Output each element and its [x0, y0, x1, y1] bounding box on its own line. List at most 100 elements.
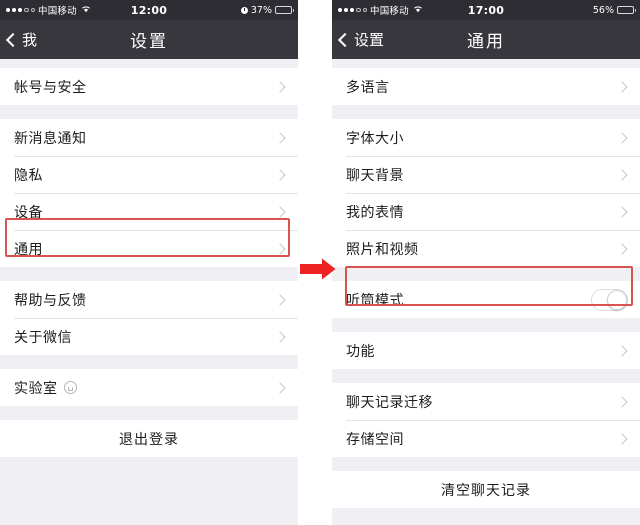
row-label: 我的表情	[346, 204, 404, 221]
sidebar-item-devices[interactable]: 设备	[0, 193, 298, 230]
sidebar-item-about-wechat[interactable]: 关于微信	[0, 318, 298, 355]
battery-icon	[275, 6, 294, 14]
row-label: 字体大小	[346, 130, 404, 147]
row-label: 聊天背景	[346, 167, 404, 184]
row-label: 通用	[14, 241, 43, 258]
chevron-right-icon	[616, 80, 628, 93]
back-button-label: 设置	[354, 31, 385, 49]
sidebar-item-lab[interactable]: 实验室	[0, 369, 298, 406]
list-group-language: 多语言	[332, 68, 640, 105]
chevron-left-icon	[5, 32, 21, 47]
list-group-account: 帐号与安全	[0, 68, 298, 105]
chevron-right-icon	[274, 80, 286, 93]
back-button-settings[interactable]: 设置	[332, 29, 384, 50]
carrier-label: 中国移动	[370, 6, 409, 17]
wifi-icon	[81, 5, 91, 16]
chevron-right-icon	[616, 395, 628, 408]
settings-list[interactable]: 帐号与安全 新消息通知 隐私 设备 通用 帮助与反馈 关于微信 实验室 退出登录	[0, 59, 298, 525]
chevron-right-icon	[274, 330, 286, 343]
list-gap	[0, 59, 298, 68]
nav-bar-general: 设置 通用	[332, 20, 640, 59]
sidebar-item-chat-migration[interactable]: 聊天记录迁移	[332, 383, 640, 420]
red-right-arrow-icon	[300, 258, 336, 280]
row-label: 新消息通知	[14, 130, 87, 147]
row-label: 帐号与安全	[14, 79, 87, 96]
sidebar-item-features[interactable]: 功能	[332, 332, 640, 369]
general-list[interactable]: 多语言 字体大小 聊天背景 我的表情 照片和视频 听筒模式 功能 聊天记录迁移 …	[332, 59, 640, 525]
chevron-right-icon	[616, 344, 628, 357]
alarm-icon	[240, 6, 248, 14]
signal-strength-icon	[6, 7, 35, 13]
list-group-features: 功能	[332, 332, 640, 369]
back-button-label: 我	[22, 31, 38, 49]
chevron-left-icon	[337, 32, 353, 47]
list-group-appearance: 字体大小 聊天背景 我的表情 照片和视频	[332, 119, 640, 267]
sidebar-item-new-message-notify[interactable]: 新消息通知	[0, 119, 298, 156]
status-bar-right-cluster: 56%	[593, 5, 636, 16]
page-title-settings: 设置	[130, 32, 168, 52]
wifi-icon	[413, 5, 423, 16]
chevron-right-icon	[616, 432, 628, 445]
list-group-logout: 退出登录	[0, 420, 298, 457]
setting-row-earpiece-mode[interactable]: 听筒模式	[332, 281, 640, 318]
sidebar-item-general[interactable]: 通用	[0, 230, 298, 267]
clear-chat-history-label: 清空聊天记录	[441, 482, 531, 499]
clear-chat-history-button[interactable]: 清空聊天记录	[332, 471, 640, 508]
battery-percent-label: 37%	[250, 4, 272, 16]
sidebar-item-storage-space[interactable]: 存储空间	[332, 420, 640, 457]
list-gap	[0, 105, 298, 119]
row-label: 隐私	[14, 167, 43, 184]
sidebar-item-help-feedback[interactable]: 帮助与反馈	[0, 281, 298, 318]
status-bar-left: 中国移动 12:00 37%	[0, 0, 298, 20]
status-bar-left-cluster: 中国移动	[6, 3, 91, 17]
phone-screen-general: 中国移动 17:00 56% 设置 通用 多语言 字体大小 聊天背景 我的表情 …	[332, 0, 640, 525]
list-group-main: 新消息通知 隐私 设备 通用	[0, 119, 298, 267]
chevron-right-icon	[274, 293, 286, 306]
nav-bar-settings: 我 设置	[0, 20, 298, 59]
row-label: 实验室	[14, 380, 58, 397]
list-gap	[332, 369, 640, 383]
list-gap	[332, 267, 640, 281]
list-gap	[0, 355, 298, 369]
list-group-storage: 聊天记录迁移 存储空间	[332, 383, 640, 457]
chevron-right-icon	[274, 205, 286, 218]
sidebar-item-multilingual[interactable]: 多语言	[332, 68, 640, 105]
row-label: 照片和视频	[346, 241, 419, 258]
chevron-right-icon	[616, 168, 628, 181]
list-gap	[332, 59, 640, 68]
sidebar-item-photos-videos[interactable]: 照片和视频	[332, 230, 640, 267]
list-gap	[0, 406, 298, 420]
sidebar-item-my-stickers[interactable]: 我的表情	[332, 193, 640, 230]
list-group-help: 帮助与反馈 关于微信	[0, 281, 298, 355]
battery-icon	[617, 6, 636, 14]
sidebar-item-chat-background[interactable]: 聊天背景	[332, 156, 640, 193]
carrier-label: 中国移动	[38, 6, 77, 17]
logout-button[interactable]: 退出登录	[0, 420, 298, 457]
chevron-right-icon	[274, 381, 286, 394]
chevron-right-icon	[616, 205, 628, 218]
row-label: 帮助与反馈	[14, 292, 87, 309]
row-label: 聊天记录迁移	[346, 394, 433, 411]
earpiece-mode-toggle[interactable]	[591, 288, 628, 311]
row-label: 设备	[14, 204, 43, 221]
chevron-right-icon	[616, 131, 628, 144]
chevron-right-icon	[274, 242, 286, 255]
row-label: 关于微信	[14, 329, 72, 346]
logout-label: 退出登录	[119, 431, 179, 448]
list-group-earpiece: 听筒模式	[332, 281, 640, 318]
chevron-right-icon	[274, 168, 286, 181]
row-label: 存储空间	[346, 431, 404, 448]
sidebar-item-account-security[interactable]: 帐号与安全	[0, 68, 298, 105]
back-button-me[interactable]: 我	[0, 29, 37, 50]
chevron-right-icon	[274, 131, 286, 144]
list-gap	[332, 105, 640, 119]
toggle-knob	[607, 289, 627, 310]
status-bar-right: 中国移动 17:00 56%	[332, 0, 640, 20]
sidebar-item-font-size[interactable]: 字体大小	[332, 119, 640, 156]
phone-screen-settings: 中国移动 12:00 37% 我 设置 帐号与安全 新消息通知 隐私 设备 通用…	[0, 0, 298, 525]
list-gap	[332, 318, 640, 332]
row-label: 多语言	[346, 79, 390, 96]
list-gap	[332, 457, 640, 471]
sidebar-item-privacy[interactable]: 隐私	[0, 156, 298, 193]
chevron-right-icon	[616, 242, 628, 255]
